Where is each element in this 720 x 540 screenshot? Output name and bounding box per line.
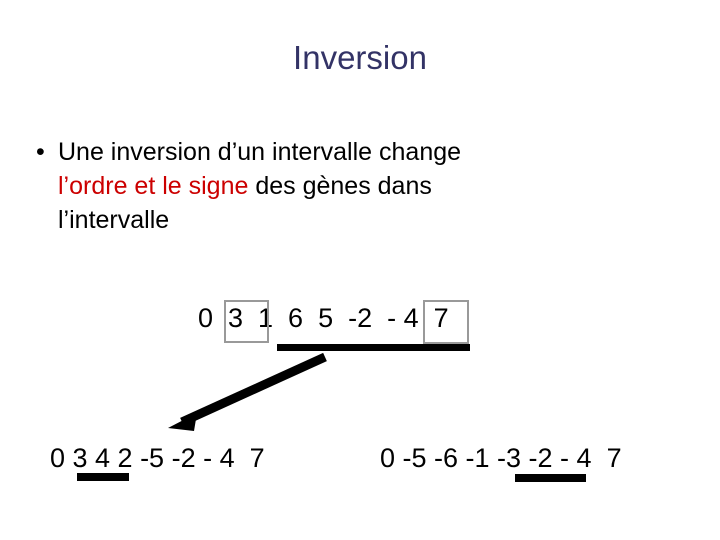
interval-bar-bottom-left	[77, 473, 129, 481]
sequence-box-end	[423, 300, 469, 344]
sequence-box-start	[224, 300, 269, 343]
bullet-list: • Une inversion d’un intervalle change l…	[36, 135, 656, 237]
bullet-marker-icon: •	[36, 138, 45, 166]
slide-canvas: Inversion • Une inversion d’un intervall…	[0, 0, 720, 540]
interval-bar-bottom-right	[515, 474, 586, 482]
bullet-line-1: Une inversion d’un intervalle change	[58, 138, 462, 166]
result-sequence-right: 0 -5 -6 -1 -3 -2 - 4 7	[380, 443, 622, 473]
bullet-highlight-phrase: l’ordre et le signe	[58, 172, 249, 200]
bullet-line-2-rest: des gènes dans	[248, 172, 432, 200]
bullet-item-text: Une inversion d’un intervalle change l’o…	[58, 135, 461, 237]
page-title: Inversion	[293, 39, 427, 76]
list-item: • Une inversion d’un intervalle change l…	[36, 135, 656, 237]
result-sequence-left: 0 3 4 2 -5 -2 - 4 7	[50, 443, 265, 473]
inversion-arrow-icon	[168, 352, 327, 431]
bullet-line-3: l’intervalle	[58, 206, 170, 234]
interval-bar-top	[277, 344, 470, 351]
